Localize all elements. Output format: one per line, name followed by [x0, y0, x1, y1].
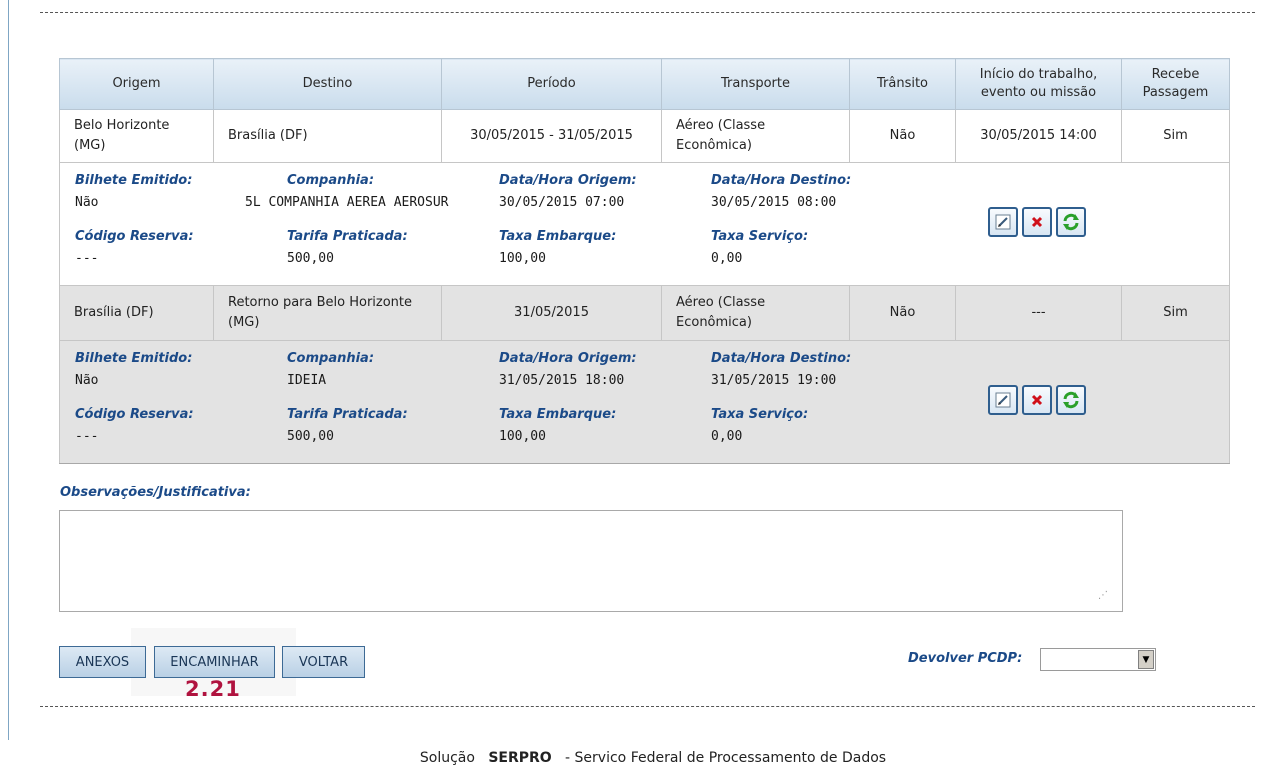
- cell-origem: Brasília (DF): [59, 285, 214, 341]
- tarifa-value: 500,00: [287, 251, 334, 266]
- tarifa-label: Tarifa Praticada:: [287, 407, 408, 422]
- cell-recebe: Sim: [1121, 285, 1230, 341]
- refresh-icon: [1063, 391, 1079, 409]
- observacoes-textarea[interactable]: [59, 510, 1123, 612]
- edit-button[interactable]: [988, 385, 1018, 415]
- dropdown-arrow-icon[interactable]: ▼: [1138, 650, 1154, 669]
- bilhete-value: Não: [75, 373, 99, 388]
- ticket-detail-panel: Bilhete Emitido: Não Companhia: 5L COMPA…: [59, 162, 1230, 286]
- cell-origem: Belo Horizonte (MG): [59, 109, 214, 163]
- col-header-transito: Trânsito: [849, 58, 956, 110]
- encaminhar-button[interactable]: ENCAMINHAR: [154, 646, 275, 678]
- cell-transito: Não: [849, 109, 956, 163]
- delete-button[interactable]: [1022, 207, 1052, 237]
- data-hora-origem-value: 31/05/2015 18:00: [499, 373, 625, 388]
- col-header-inicio: Início do trabalho, evento ou missão: [955, 58, 1122, 110]
- tarifa-label: Tarifa Praticada:: [287, 229, 408, 244]
- table-row: Brasília (DF) Retorno para Belo Horizont…: [59, 285, 1230, 341]
- data-hora-destino-value: 31/05/2015 19:00: [711, 373, 837, 388]
- companhia-label: Companhia:: [287, 173, 375, 188]
- codigo-reserva-value: ---: [75, 251, 99, 266]
- codigo-reserva-label: Código Reserva:: [75, 407, 194, 422]
- ticket-actions: [988, 385, 1086, 415]
- footer: Solução SERPRO - Servico Federal de Proc…: [0, 750, 1267, 766]
- ticket-detail-row: Bilhete Emitido: Não Companhia: IDEIA Da…: [59, 340, 1230, 464]
- ticket-detail-panel: Bilhete Emitido: Não Companhia: IDEIA Da…: [59, 340, 1230, 464]
- tarifa-value: 500,00: [287, 429, 334, 444]
- delete-button[interactable]: [1022, 385, 1052, 415]
- cell-periodo: 30/05/2015 - 31/05/2015: [441, 109, 662, 163]
- bilhete-value: Não: [75, 195, 99, 210]
- observacoes-label: Observações/Justificativa:: [60, 485, 251, 500]
- devolver-pcdp-label: Devolver PCDP:: [908, 651, 1023, 666]
- cell-recebe: Sim: [1121, 109, 1230, 163]
- anexos-button[interactable]: ANEXOS: [59, 646, 146, 678]
- edit-button[interactable]: [988, 207, 1018, 237]
- devolver-pcdp-select[interactable]: ▼: [1040, 648, 1156, 671]
- data-hora-destino-value: 30/05/2015 08:00: [711, 195, 837, 210]
- codigo-reserva-value: ---: [75, 429, 99, 444]
- refresh-icon: [1063, 213, 1079, 231]
- footer-suffix: - Servico Federal de Processamento de Da…: [565, 750, 887, 766]
- taxa-embarque-value: 100,00: [499, 251, 546, 266]
- taxa-servico-label: Taxa Serviço:: [711, 407, 809, 422]
- bottom-divider: [40, 706, 1255, 707]
- data-hora-destino-label: Data/Hora Destino:: [711, 173, 852, 188]
- ticket-detail-row: Bilhete Emitido: Não Companhia: 5L COMPA…: [59, 162, 1230, 286]
- cell-destino: Retorno para Belo Horizonte (MG): [213, 285, 442, 341]
- taxa-servico-label: Taxa Serviço:: [711, 229, 809, 244]
- taxa-servico-value: 0,00: [711, 429, 743, 444]
- top-divider: [40, 12, 1255, 13]
- taxa-servico-value: 0,00: [711, 251, 743, 266]
- data-hora-origem-value: 30/05/2015 07:00: [499, 195, 625, 210]
- cell-destino: Brasília (DF): [213, 109, 442, 163]
- itinerary-table: Origem Destino Período Transporte Trânsi…: [59, 58, 1230, 464]
- companhia-label: Companhia:: [287, 351, 375, 366]
- col-header-destino: Destino: [213, 58, 442, 110]
- cell-transito: Não: [849, 285, 956, 341]
- companhia-value: 5L COMPANHIA AEREA AEROSUR: [245, 195, 449, 210]
- ticket-actions: [988, 207, 1086, 237]
- footer-brand: SERPRO: [488, 750, 552, 766]
- col-header-recebe: Recebe Passagem: [1121, 58, 1230, 110]
- refresh-button[interactable]: [1056, 385, 1086, 415]
- cell-transporte: Aéreo (Classe Econômica): [661, 109, 850, 163]
- edit-icon: [995, 214, 1011, 230]
- bilhete-label: Bilhete Emitido:: [75, 351, 193, 366]
- table-header-row: Origem Destino Período Transporte Trânsi…: [59, 58, 1230, 110]
- table-row: Belo Horizonte (MG) Brasília (DF) 30/05/…: [59, 109, 1230, 163]
- resize-grip-icon[interactable]: ⋰: [1098, 590, 1110, 602]
- cell-transporte: Aéreo (Classe Econômica): [661, 285, 850, 341]
- data-hora-origem-label: Data/Hora Origem:: [499, 173, 637, 188]
- taxa-embarque-value: 100,00: [499, 429, 546, 444]
- col-header-origem: Origem: [59, 58, 214, 110]
- data-hora-origem-label: Data/Hora Origem:: [499, 351, 637, 366]
- cell-inicio: 30/05/2015 14:00: [955, 109, 1122, 163]
- codigo-reserva-label: Código Reserva:: [75, 229, 194, 244]
- delete-icon: [1031, 394, 1043, 406]
- delete-icon: [1031, 216, 1043, 228]
- col-header-periodo: Período: [441, 58, 662, 110]
- bilhete-label: Bilhete Emitido:: [75, 173, 193, 188]
- footer-prefix: Solução: [419, 750, 475, 766]
- annotation-tag: 2.21: [185, 677, 241, 701]
- voltar-button[interactable]: VOLTAR: [282, 646, 365, 678]
- edit-icon: [995, 392, 1011, 408]
- col-header-transporte: Transporte: [661, 58, 850, 110]
- taxa-embarque-label: Taxa Embarque:: [499, 407, 617, 422]
- refresh-button[interactable]: [1056, 207, 1086, 237]
- data-hora-destino-label: Data/Hora Destino:: [711, 351, 852, 366]
- cell-periodo: 31/05/2015: [441, 285, 662, 341]
- taxa-embarque-label: Taxa Embarque:: [499, 229, 617, 244]
- companhia-value: IDEIA: [287, 373, 327, 388]
- cell-inicio: ---: [955, 285, 1122, 341]
